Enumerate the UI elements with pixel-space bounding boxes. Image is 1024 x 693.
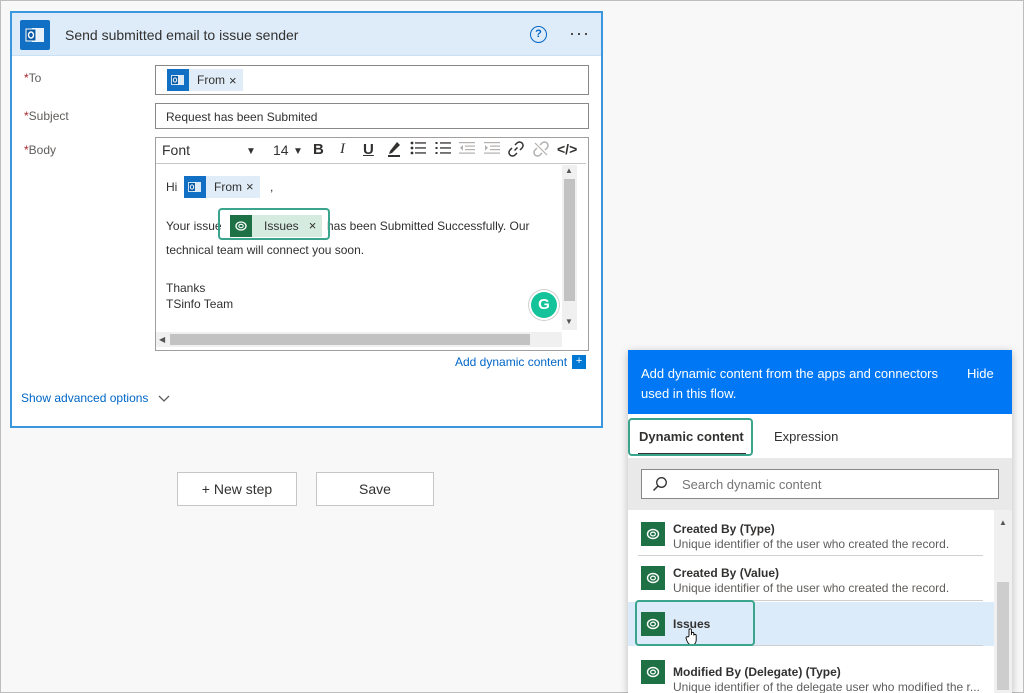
body-signature: TSinfo Team — [166, 297, 234, 311]
chevron-down-icon[interactable]: ▼ — [246, 146, 256, 157]
token-label: From — [214, 180, 242, 194]
underline-button[interactable]: U — [363, 141, 374, 158]
body-line-team: technical team will connect you soon. — [166, 243, 365, 257]
list-item[interactable]: Created By (Value) Unique identifier of … — [628, 557, 994, 601]
dynamic-content-panel: Add dynamic content from the apps and co… — [628, 350, 1012, 693]
body-thanks: Thanks — [166, 281, 206, 295]
body-label: *Body — [24, 143, 57, 157]
scrollbar-thumb[interactable] — [997, 582, 1009, 690]
body-greeting: Hi — [166, 180, 178, 194]
editor-horizontal-scrollbar[interactable]: ◀ — [156, 332, 562, 347]
help-icon[interactable]: ? — [530, 26, 547, 43]
subject-field[interactable]: Request has been Submited — [155, 103, 589, 129]
chevron-down-icon[interactable] — [158, 395, 170, 403]
item-name: Created By (Type) — [673, 522, 775, 536]
highlight-pen-icon[interactable] — [387, 141, 401, 161]
dataverse-icon — [641, 522, 665, 546]
body-editor[interactable]: Font ▼ 14 ▼ B I U </> Hi From × , Your i… — [155, 137, 589, 351]
body-comma: , — [270, 180, 274, 194]
show-advanced-options[interactable]: Show advanced options — [21, 391, 170, 405]
token-label: From — [197, 73, 225, 87]
remove-token-icon[interactable]: × — [229, 73, 243, 88]
to-field[interactable]: From × — [155, 65, 589, 95]
new-step-button[interactable]: + New step — [177, 472, 297, 506]
body-content[interactable]: Hi From × , Your issue Issues × has been… — [156, 165, 564, 332]
body-token-from[interactable]: From × — [184, 176, 260, 198]
tab-expression[interactable]: Expression — [774, 429, 838, 444]
dataverse-icon — [641, 566, 665, 590]
subject-label: *Subject — [24, 109, 69, 123]
outlook-icon — [20, 20, 50, 50]
search-box[interactable] — [641, 469, 999, 499]
search-area — [628, 458, 1012, 510]
item-name: Created By (Value) — [673, 566, 780, 580]
body-line-issue-suffix: has been Submitted Successfully. Our — [327, 219, 530, 233]
card-title[interactable]: Send submitted email to issue sender — [65, 27, 298, 43]
bullet-list-icon[interactable] — [410, 141, 426, 159]
advanced-label[interactable]: Show advanced options — [21, 391, 148, 405]
list-item[interactable]: Modified By (Delegate) (Type) Unique ide… — [628, 647, 994, 693]
dynamic-tab-highlight — [628, 418, 753, 456]
code-view-button[interactable]: </> — [557, 141, 577, 157]
rich-text-toolbar: Font ▼ 14 ▼ B I U </> — [156, 138, 586, 164]
font-size-dropdown[interactable]: 14 — [273, 142, 289, 158]
link-icon[interactable] — [508, 141, 524, 161]
scroll-left-icon[interactable]: ◀ — [159, 335, 165, 344]
scroll-up-icon[interactable]: ▲ — [999, 518, 1007, 527]
item-description: Unique identifier of the user who create… — [673, 537, 950, 551]
hide-button[interactable]: Hide — [967, 366, 994, 381]
increase-indent-icon[interactable] — [484, 141, 500, 159]
more-options-icon[interactable]: ··· — [569, 23, 590, 44]
chevron-down-icon[interactable]: ▼ — [293, 146, 303, 157]
search-icon — [652, 477, 667, 492]
to-label: *To — [24, 71, 42, 85]
grammarly-icon[interactable]: G — [531, 292, 557, 318]
decrease-indent-icon[interactable] — [459, 141, 475, 159]
save-button[interactable]: Save — [316, 472, 434, 506]
add-icon[interactable]: + — [572, 355, 587, 369]
dataverse-icon — [641, 660, 665, 684]
body-line-issue-prefix: Your issue — [166, 219, 222, 233]
panel-header: Add dynamic content from the apps and co… — [628, 350, 1012, 414]
outlook-icon — [184, 176, 206, 198]
font-dropdown[interactable]: Font — [162, 142, 190, 158]
scroll-up-icon[interactable]: ▲ — [565, 166, 573, 175]
search-input[interactable] — [680, 475, 980, 493]
divider — [638, 555, 983, 556]
list-item[interactable]: Created By (Type) Unique identifier of t… — [628, 513, 994, 556]
add-dynamic-content-link[interactable]: Add dynamic content + — [455, 355, 587, 369]
scrollbar-thumb[interactable] — [170, 334, 530, 345]
subject-value[interactable]: Request has been Submited — [166, 110, 317, 124]
item-description: Unique identifier of the delegate user w… — [673, 680, 980, 693]
panel-description: Add dynamic content from the apps and co… — [641, 366, 939, 401]
scrollbar-thumb[interactable] — [564, 179, 575, 301]
scroll-down-icon[interactable]: ▼ — [565, 317, 573, 326]
add-dynamic-label[interactable]: Add dynamic content — [455, 355, 567, 369]
issues-token-highlight — [218, 208, 330, 240]
outlook-icon — [167, 69, 189, 91]
editor-vertical-scrollbar[interactable]: ▲ ▼ — [562, 165, 577, 330]
card-header[interactable]: Send submitted email to issue sender ? ·… — [12, 13, 601, 56]
issues-item-highlight — [635, 600, 755, 646]
numbered-list-icon[interactable] — [435, 141, 451, 159]
action-card-send-email: Send submitted email to issue sender ? ·… — [10, 11, 603, 428]
unlink-icon[interactable] — [533, 141, 549, 161]
italic-button[interactable]: I — [340, 141, 345, 158]
to-token-from[interactable]: From × — [167, 69, 243, 91]
item-description: Unique identifier of the user who create… — [673, 581, 950, 595]
item-name: Modified By (Delegate) (Type) — [673, 665, 841, 679]
bold-button[interactable]: B — [313, 141, 324, 158]
list-scrollbar[interactable]: ▲ — [994, 510, 1012, 693]
remove-token-icon[interactable]: × — [246, 176, 260, 198]
